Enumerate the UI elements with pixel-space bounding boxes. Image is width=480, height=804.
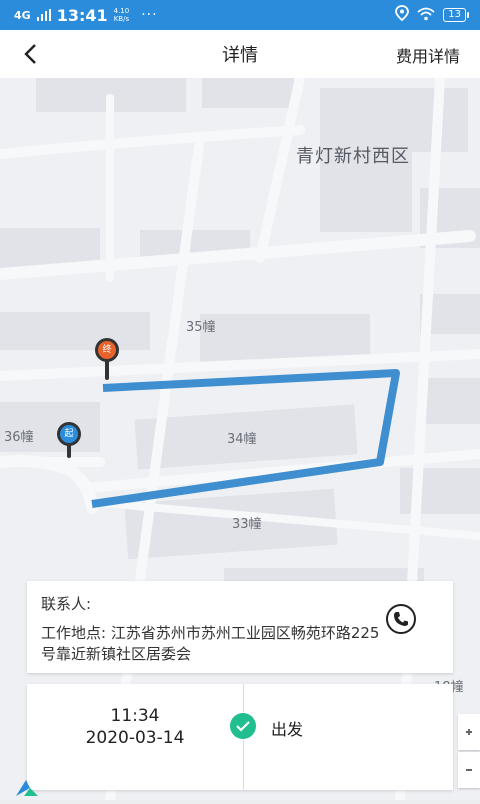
contact-label: 联系人: <box>41 595 92 613</box>
map-building <box>420 378 480 424</box>
map-building <box>0 312 150 350</box>
building-label: 34幢 <box>227 432 257 447</box>
timeline-card: 11:34 2020-03-14 出发 <box>27 684 453 790</box>
timeline-time: 11:34 <box>110 706 160 726</box>
net-speed-unit: KB/s <box>113 15 130 23</box>
building-label: 36幢 <box>4 430 34 445</box>
building-label: 35幢 <box>186 320 216 335</box>
timeline-datetime: 11:34 2020-03-14 <box>27 684 243 790</box>
map-building <box>202 78 294 108</box>
signal-indicator: 4G <box>14 8 31 22</box>
work-location: 工作地点: 江苏省苏州市苏州工业园区畅苑环路225号靠近新镇社区居委会 <box>41 624 380 663</box>
zoom-in-icon <box>466 729 472 735</box>
contact-info-card: 联系人: 工作地点: 江苏省苏州市苏州工业园区畅苑环路225号靠近新镇社区居委会 <box>27 581 453 673</box>
area-label: 青灯新村西区 <box>296 146 410 167</box>
nav-header: 详情 费用详情 <box>0 30 480 78</box>
timeline-status: 出发 <box>271 720 304 739</box>
location-icon <box>395 5 410 25</box>
start-marker-label: 起 <box>64 429 74 439</box>
battery-indicator: 13 <box>443 8 469 22</box>
call-button[interactable] <box>385 603 417 635</box>
net-speed: 4.10 KB/s <box>114 7 130 23</box>
signal-icon <box>36 6 51 25</box>
building-label: 33幢 <box>232 517 262 532</box>
more-notifications-icon: ··· <box>141 7 158 23</box>
net-speed-value: 4.10 <box>113 7 130 15</box>
wifi-icon <box>417 6 435 25</box>
clock: 13:41 <box>56 5 108 25</box>
zoom-out-icon <box>466 769 472 771</box>
phone-icon <box>386 604 416 634</box>
status-bar: 4G 13:41 4.10 KB/s ··· 13 <box>0 0 480 30</box>
map-zoom-in-button[interactable] <box>458 714 480 750</box>
check-circle-icon <box>230 713 256 739</box>
end-marker-label: 终 <box>102 345 112 355</box>
map-zoom-out-button[interactable] <box>458 752 480 788</box>
map-logo-icon <box>14 778 40 800</box>
fee-details-link[interactable]: 费用详情 <box>396 43 460 67</box>
timeline-date: 2020-03-14 <box>85 728 185 748</box>
map-building <box>200 314 370 362</box>
